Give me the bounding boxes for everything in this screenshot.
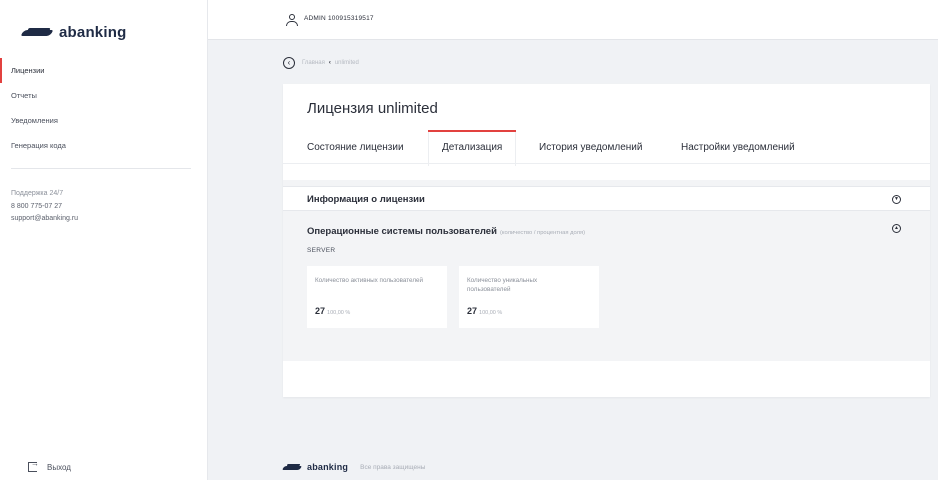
stat-card-unique-users: Количество уникальных пользователей 27 10… xyxy=(459,266,599,328)
top-bar: ADMIN 100915319517 xyxy=(208,0,938,40)
page-title: Лицензия unlimited xyxy=(307,100,438,117)
footer-brand-name: abanking xyxy=(307,462,349,472)
support-email[interactable]: support@abanking.ru xyxy=(11,213,78,226)
stat-percent: 100,00 % xyxy=(479,310,503,316)
sidebar-item-reports[interactable]: Отчеты xyxy=(0,83,207,108)
os-section-label: Операционные системы пользователей xyxy=(307,226,497,237)
brand-logo-mark xyxy=(22,28,52,37)
stat-value: 27 100,00 % xyxy=(467,306,502,316)
tab-details[interactable]: Детализация xyxy=(427,130,517,166)
breadcrumb-separator-icon: ‹ xyxy=(328,60,331,66)
breadcrumb-current: unlimited xyxy=(334,60,359,66)
sidebar-nav: Лицензии Отчеты Уведомления Генерация ко… xyxy=(0,58,207,158)
logout-label: Выход xyxy=(47,462,71,472)
sidebar-item-licenses[interactable]: Лицензии xyxy=(0,58,207,83)
tab-notification-history[interactable]: История уведомлений xyxy=(539,142,642,153)
support-info: Поддержка 24/7 8 800 775-07 27 support@a… xyxy=(11,188,78,226)
breadcrumb: Главная ‹ unlimited xyxy=(302,60,359,66)
tab-notification-settings[interactable]: Настройки уведомлений xyxy=(681,142,795,153)
brand-logo[interactable]: abanking xyxy=(22,24,126,41)
footer-rights: Все права защищены xyxy=(360,463,426,471)
os-group-label: SERVER xyxy=(307,247,336,254)
user-icon xyxy=(286,14,298,26)
stat-count: 27 xyxy=(315,306,326,316)
chevron-up-icon[interactable]: ▲ xyxy=(892,224,901,233)
chevron-down-icon[interactable]: ▼ xyxy=(892,195,901,204)
sidebar-divider xyxy=(11,168,191,169)
stat-card-active-users: Количество активных пользователей 27 100,… xyxy=(307,266,447,328)
sidebar: abanking Лицензии Отчеты Уведомления Ген… xyxy=(0,0,208,480)
os-section-title: Операционные системы пользователей (колич… xyxy=(307,226,585,237)
tab-license-state[interactable]: Состояние лицензии xyxy=(307,142,404,153)
logout-icon xyxy=(28,459,39,472)
stat-count: 27 xyxy=(467,306,478,316)
license-info-panel[interactable]: Информация о лицензии ▼ xyxy=(283,186,930,211)
stat-percent: 100,00 % xyxy=(327,310,351,316)
footer: abanking Все права защищены xyxy=(283,462,425,472)
user-name[interactable]: ADMIN 100915319517 xyxy=(304,15,374,22)
stat-value: 27 100,00 % xyxy=(315,306,350,316)
breadcrumb-home[interactable]: Главная xyxy=(302,60,325,66)
support-title: Поддержка 24/7 xyxy=(11,190,64,197)
sidebar-item-notifications[interactable]: Уведомления xyxy=(0,108,207,133)
brand-name: abanking xyxy=(59,24,127,41)
stat-label: Количество активных пользователей xyxy=(315,277,424,284)
footer-logo-mark xyxy=(283,464,301,470)
license-info-title: Информация о лицензии xyxy=(307,194,425,205)
back-button[interactable]: ‹ xyxy=(283,57,295,69)
stat-label: Количество уникальных пользователей xyxy=(467,277,538,293)
support-phone[interactable]: 8 800 775-07 27 xyxy=(11,201,78,214)
sidebar-item-code-generation[interactable]: Генерация кода xyxy=(0,133,207,158)
license-card: Лицензия unlimited Состояние лицензии Де… xyxy=(283,84,930,397)
tab-bar: Состояние лицензии Детализация История у… xyxy=(283,130,930,166)
logout-button[interactable]: Выход xyxy=(28,459,71,472)
os-section-hint: (количество / процентная доля) xyxy=(499,230,586,236)
